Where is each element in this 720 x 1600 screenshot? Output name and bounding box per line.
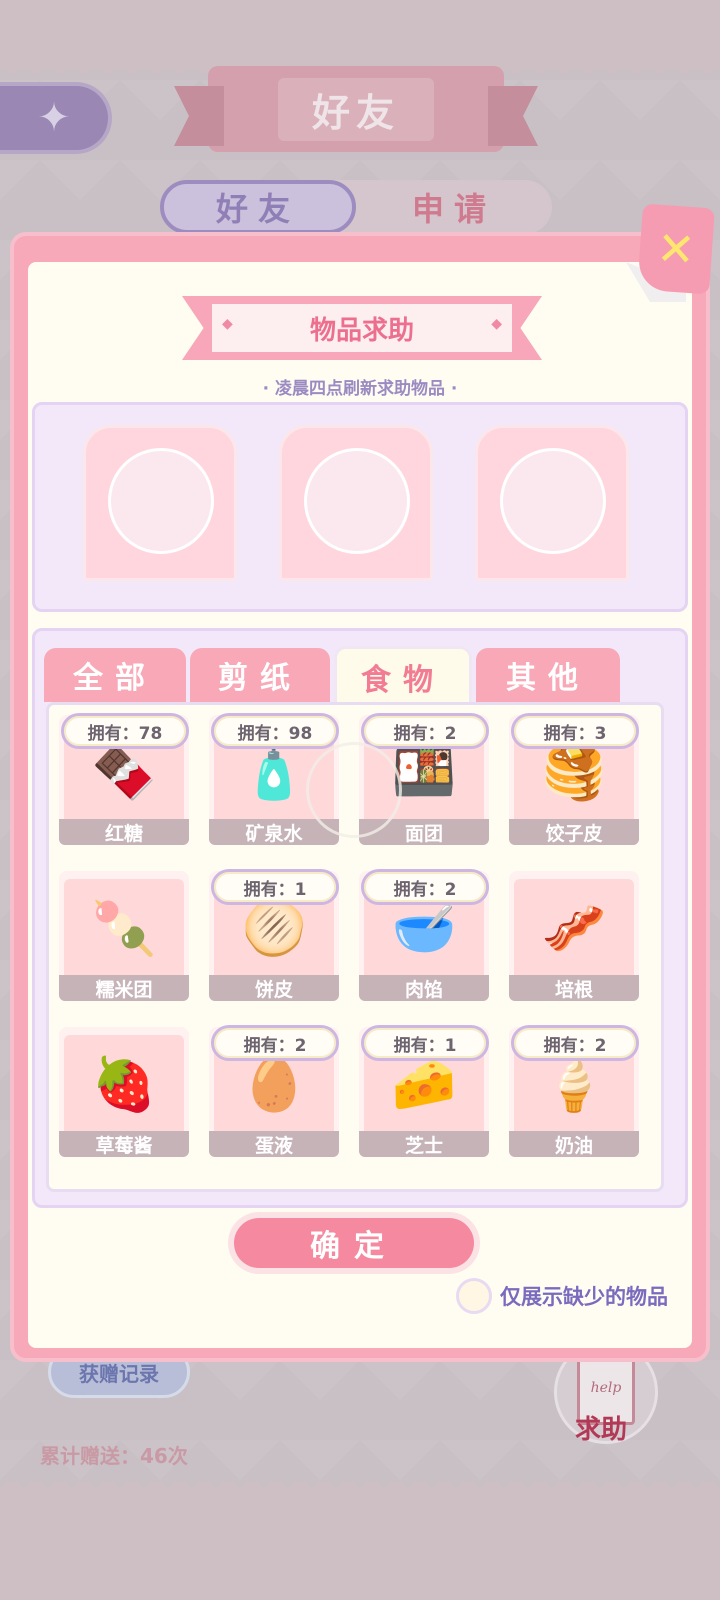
owned-count-badge: 拥有：1 [211, 869, 339, 905]
item-name: 糯米团 [59, 975, 189, 1001]
item-card[interactable]: 🧀 芝士 拥有：1 [359, 1025, 489, 1157]
owned-count-badge: 拥有：2 [361, 869, 489, 905]
owned-count-badge: 拥有：2 [511, 1025, 639, 1061]
rice-balls-bowl-icon: 🍡 [64, 879, 184, 977]
touch-indicator [306, 742, 402, 838]
item-card[interactable]: 🍓 草莓酱 [59, 1027, 189, 1157]
top-band [0, 0, 720, 70]
help-slot[interactable] [83, 425, 237, 581]
missing-only-radio[interactable] [456, 1278, 492, 1314]
page-title: 好友 [277, 77, 434, 141]
owned-count-badge: 拥有：3 [511, 713, 639, 749]
owned-count-badge: 拥有：98 [211, 713, 339, 749]
item-name: 蛋液 [209, 1131, 339, 1157]
help-slot[interactable] [475, 425, 629, 581]
item-name: 肉馅 [359, 975, 489, 1001]
item-card[interactable]: 🥓 培根 [509, 871, 639, 1001]
tab-all[interactable]: 全部 [44, 648, 186, 702]
empty-slot-circle [108, 448, 214, 554]
owned-count-badge: 拥有：2 [361, 713, 489, 749]
item-card[interactable]: 🥚 蛋液 拥有：2 [209, 1025, 339, 1157]
item-card[interactable]: 🥣 肉馅 拥有：2 [359, 869, 489, 1001]
bacon-icon: 🥓 [514, 879, 634, 977]
empty-slot-circle [304, 448, 410, 554]
strawberry-jam-jar-icon: 🍓 [64, 1035, 184, 1133]
missing-only-label: 仅展示缺少的物品 [500, 1285, 668, 1309]
help-slots-panel [32, 402, 688, 612]
bottom-band [0, 1490, 720, 1600]
refresh-hint: · 凌晨四点刷新求助物品 · [262, 379, 458, 399]
section-title-ribbon: 物品求助 [182, 296, 542, 360]
help-slot[interactable] [279, 425, 433, 581]
friend-tabs: 好友 申请 [160, 180, 552, 234]
close-x-icon: ✕ [654, 220, 698, 278]
item-card[interactable]: 🍦 奶油 拥有：2 [509, 1025, 639, 1157]
compass-star-icon: ✦ [37, 95, 71, 141]
section-title: 物品求助 [212, 304, 512, 352]
item-name: 培根 [509, 975, 639, 1001]
tab-food[interactable]: 食物 [334, 646, 472, 704]
owned-count-badge: 拥有：2 [211, 1025, 339, 1061]
item-name: 芝士 [359, 1131, 489, 1157]
tab-friends[interactable]: 好友 [160, 180, 356, 234]
item-name: 饺子皮 [509, 819, 639, 845]
owned-count-badge: 拥有：78 [61, 713, 189, 749]
confirm-button[interactable]: 确定 [228, 1212, 480, 1274]
help-label: 求助 [575, 1415, 628, 1445]
tab-papercut[interactable]: 剪纸 [190, 648, 330, 702]
empty-slot-circle [500, 448, 606, 554]
item-card[interactable]: 🍡 糯米团 [59, 871, 189, 1001]
item-name: 草莓酱 [59, 1131, 189, 1157]
missing-only-toggle[interactable]: 仅展示缺少的物品 [456, 1276, 668, 1316]
owned-count-badge: 拥有：1 [361, 1025, 489, 1061]
tab-requests[interactable]: 申请 [356, 180, 552, 234]
item-card[interactable]: 🫓 饼皮 拥有：1 [209, 869, 339, 1001]
total-given-text: 累计赠送：46次 [40, 1444, 188, 1468]
item-name: 饼皮 [209, 975, 339, 1001]
tab-other[interactable]: 其他 [476, 648, 620, 702]
title-ribbon: 好友 [208, 66, 504, 152]
back-button[interactable]: ✦ [0, 82, 112, 154]
item-card[interactable]: 🥞 饺子皮 拥有：3 [509, 713, 639, 845]
item-card[interactable]: 🍫 红糖 拥有：78 [59, 713, 189, 845]
confirm-label: 确定 [234, 1218, 474, 1268]
item-name: 奶油 [509, 1131, 639, 1157]
close-button[interactable]: ✕ [637, 203, 715, 295]
item-name: 红糖 [59, 819, 189, 845]
